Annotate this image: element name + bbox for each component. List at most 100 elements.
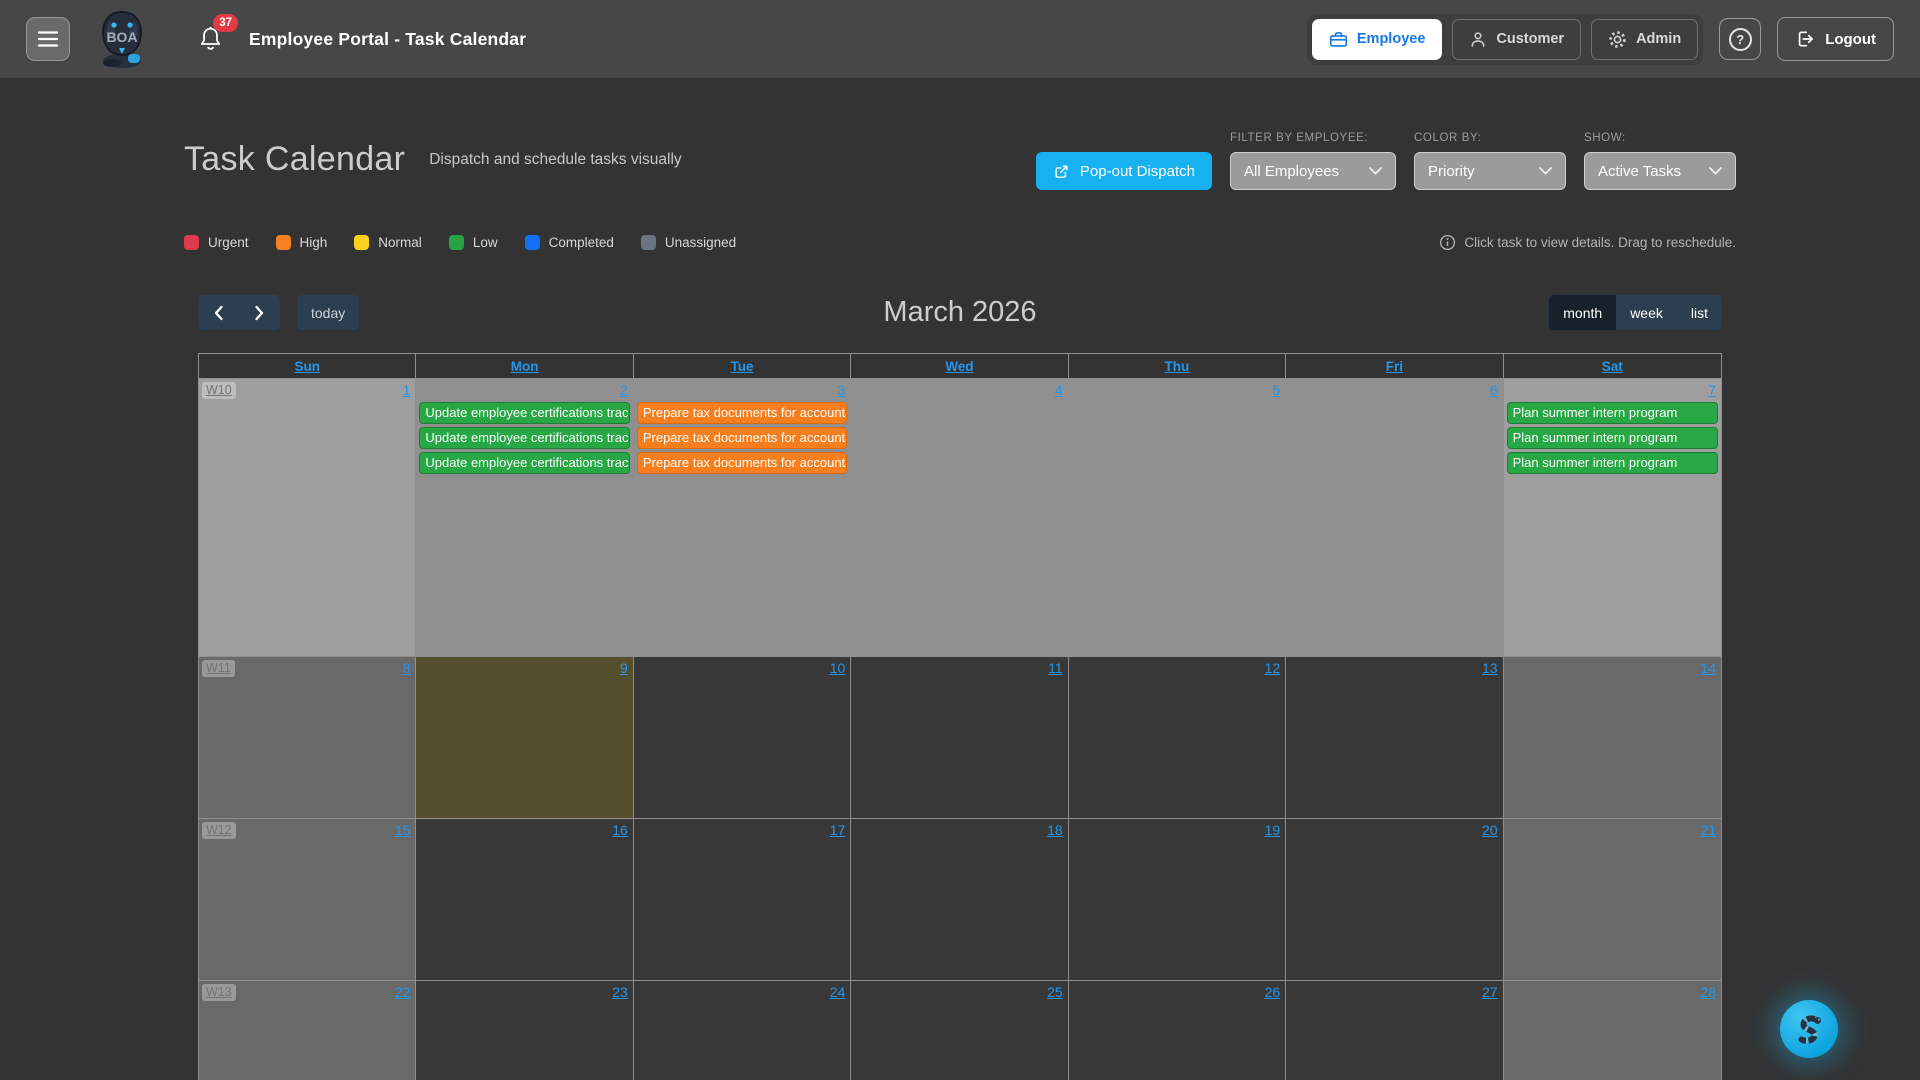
notifications-button[interactable]: 37 (198, 25, 223, 53)
date-link-16[interactable]: 16 (612, 822, 628, 839)
prev-month-button[interactable] (198, 295, 239, 330)
day-cell-march-14[interactable]: 14 (1504, 657, 1721, 819)
date-link-14[interactable]: 14 (1700, 660, 1716, 677)
date-link-5[interactable]: 5 (1272, 382, 1280, 399)
week-number-link-w10[interactable]: W10 (202, 382, 236, 399)
date-link-10[interactable]: 10 (830, 660, 846, 677)
role-button-customer[interactable]: Customer (1452, 19, 1581, 60)
date-link-7[interactable]: 7 (1708, 382, 1716, 399)
date-link-27[interactable]: 27 (1482, 984, 1498, 1001)
date-link-25[interactable]: 25 (1047, 984, 1063, 1001)
day-cell-march-1[interactable]: W10 1 (199, 379, 416, 657)
day-cell-march-28[interactable]: 28 (1504, 981, 1721, 1080)
calendar-event[interactable]: Plan summer intern program (1507, 452, 1718, 474)
day-cell-march-26[interactable]: 26 (1069, 981, 1286, 1080)
day-cell-march-25[interactable]: 25 (851, 981, 1068, 1080)
assistant-fab[interactable] (1780, 1000, 1838, 1058)
day-cell-march-10[interactable]: 10 (634, 657, 851, 819)
day-cell-march-3[interactable]: 3Prepare tax documents for accountantPre… (634, 379, 851, 657)
filter-select-2[interactable]: Priority (1414, 152, 1566, 190)
date-link-13[interactable]: 13 (1482, 660, 1498, 677)
week-number-link-w12[interactable]: W12 (202, 822, 236, 839)
dow-link-sun[interactable]: Sun (294, 359, 320, 374)
day-cell-march-9[interactable]: 9 (416, 657, 633, 819)
logout-button[interactable]: Logout (1777, 17, 1894, 61)
view-button-list[interactable]: list (1677, 295, 1722, 330)
dow-link-mon[interactable]: Mon (511, 359, 539, 374)
view-button-week[interactable]: week (1616, 295, 1677, 330)
help-button[interactable]: ? (1719, 18, 1761, 60)
day-cell-march-24[interactable]: 24 (634, 981, 851, 1080)
calendar-event[interactable]: Update employee certifications tracker (419, 427, 629, 449)
date-link-26[interactable]: 26 (1265, 984, 1281, 1001)
date-link-28[interactable]: 28 (1700, 984, 1716, 1001)
day-cell-march-27[interactable]: 27 (1286, 981, 1503, 1080)
date-link-18[interactable]: 18 (1047, 822, 1063, 839)
day-cell-march-23[interactable]: 23 (416, 981, 633, 1080)
calendar-event[interactable]: Update employee certifications tracker (419, 452, 629, 474)
today-button[interactable]: today (297, 295, 359, 330)
cell-top: 9 (416, 657, 632, 679)
date-link-19[interactable]: 19 (1265, 822, 1281, 839)
date-link-24[interactable]: 24 (830, 984, 846, 1001)
date-link-6[interactable]: 6 (1490, 382, 1498, 399)
day-cell-march-13[interactable]: 13 (1286, 657, 1503, 819)
calendar-event[interactable]: Plan summer intern program (1507, 402, 1718, 424)
event-list: Prepare tax documents for accountant Prep… (634, 401, 850, 475)
filter-value: Priority (1428, 163, 1475, 180)
filter-select-3[interactable]: Active Tasks (1584, 152, 1736, 190)
date-link-9[interactable]: 9 (620, 660, 628, 677)
date-link-22[interactable]: 22 (395, 984, 411, 1001)
date-link-1[interactable]: 1 (403, 382, 411, 399)
week-number-link-w11[interactable]: W11 (202, 660, 235, 677)
day-cell-march-16[interactable]: 16 (416, 819, 633, 981)
day-cell-march-5[interactable]: 5 (1069, 379, 1286, 657)
date-link-15[interactable]: 15 (395, 822, 411, 839)
cell-top: W10 1 (199, 379, 415, 401)
day-cell-march-4[interactable]: 4 (851, 379, 1068, 657)
date-link-12[interactable]: 12 (1265, 660, 1281, 677)
dow-link-fri[interactable]: Fri (1386, 359, 1403, 374)
date-link-17[interactable]: 17 (830, 822, 846, 839)
date-link-4[interactable]: 4 (1055, 382, 1063, 399)
role-button-admin[interactable]: Admin (1591, 19, 1698, 60)
day-cell-march-2[interactable]: 2 Update employee certifications tracker U… (416, 379, 633, 657)
day-cell-march-6[interactable]: 6 (1286, 379, 1503, 657)
day-cell-march-15[interactable]: W12 15 (199, 819, 416, 981)
date-link-11[interactable]: 11 (1048, 660, 1063, 677)
day-cell-march-20[interactable]: 20 (1286, 819, 1503, 981)
date-link-8[interactable]: 8 (403, 660, 411, 677)
filter-select-1[interactable]: All Employees (1230, 152, 1396, 190)
day-cell-march-17[interactable]: 17 (634, 819, 851, 981)
legend-label: Normal (378, 235, 422, 250)
next-month-button[interactable] (239, 295, 280, 330)
date-link-2[interactable]: 2 (620, 382, 628, 399)
calendar-event[interactable]: Update employee certifications tracker (419, 402, 629, 424)
day-cell-march-21[interactable]: 21 (1504, 819, 1721, 981)
legend-color-chip (449, 235, 464, 250)
date-link-23[interactable]: 23 (612, 984, 628, 1001)
day-cell-march-7[interactable]: 7 Plan summer intern program Plan summer i… (1504, 379, 1721, 657)
view-button-month[interactable]: month (1549, 295, 1616, 330)
date-link-3[interactable]: 3 (837, 382, 845, 399)
calendar-event[interactable]: Prepare tax documents for accountant (637, 452, 847, 474)
role-button-employee[interactable]: Employee (1312, 19, 1443, 60)
menu-button[interactable] (26, 17, 70, 61)
day-cell-march-11[interactable]: 11 (851, 657, 1068, 819)
date-link-20[interactable]: 20 (1482, 822, 1498, 839)
calendar-event[interactable]: Prepare tax documents for accountant (637, 427, 847, 449)
calendar-event[interactable]: Plan summer intern program (1507, 427, 1718, 449)
popout-dispatch-button[interactable]: Pop-out Dispatch (1036, 152, 1212, 190)
day-cell-march-22[interactable]: W13 22 (199, 981, 416, 1080)
dow-link-tue[interactable]: Tue (731, 359, 754, 374)
day-cell-march-19[interactable]: 19 (1069, 819, 1286, 981)
day-cell-march-12[interactable]: 12 (1069, 657, 1286, 819)
day-cell-march-8[interactable]: W11 8 (199, 657, 416, 819)
day-cell-march-18[interactable]: 18 (851, 819, 1068, 981)
calendar-event[interactable]: Prepare tax documents for accountant (637, 402, 847, 424)
dow-link-sat[interactable]: Sat (1602, 359, 1623, 374)
date-link-21[interactable]: 21 (1700, 822, 1716, 839)
week-number-link-w13[interactable]: W13 (202, 984, 236, 1001)
dow-link-thu[interactable]: Thu (1165, 359, 1190, 374)
dow-link-wed[interactable]: Wed (945, 359, 973, 374)
